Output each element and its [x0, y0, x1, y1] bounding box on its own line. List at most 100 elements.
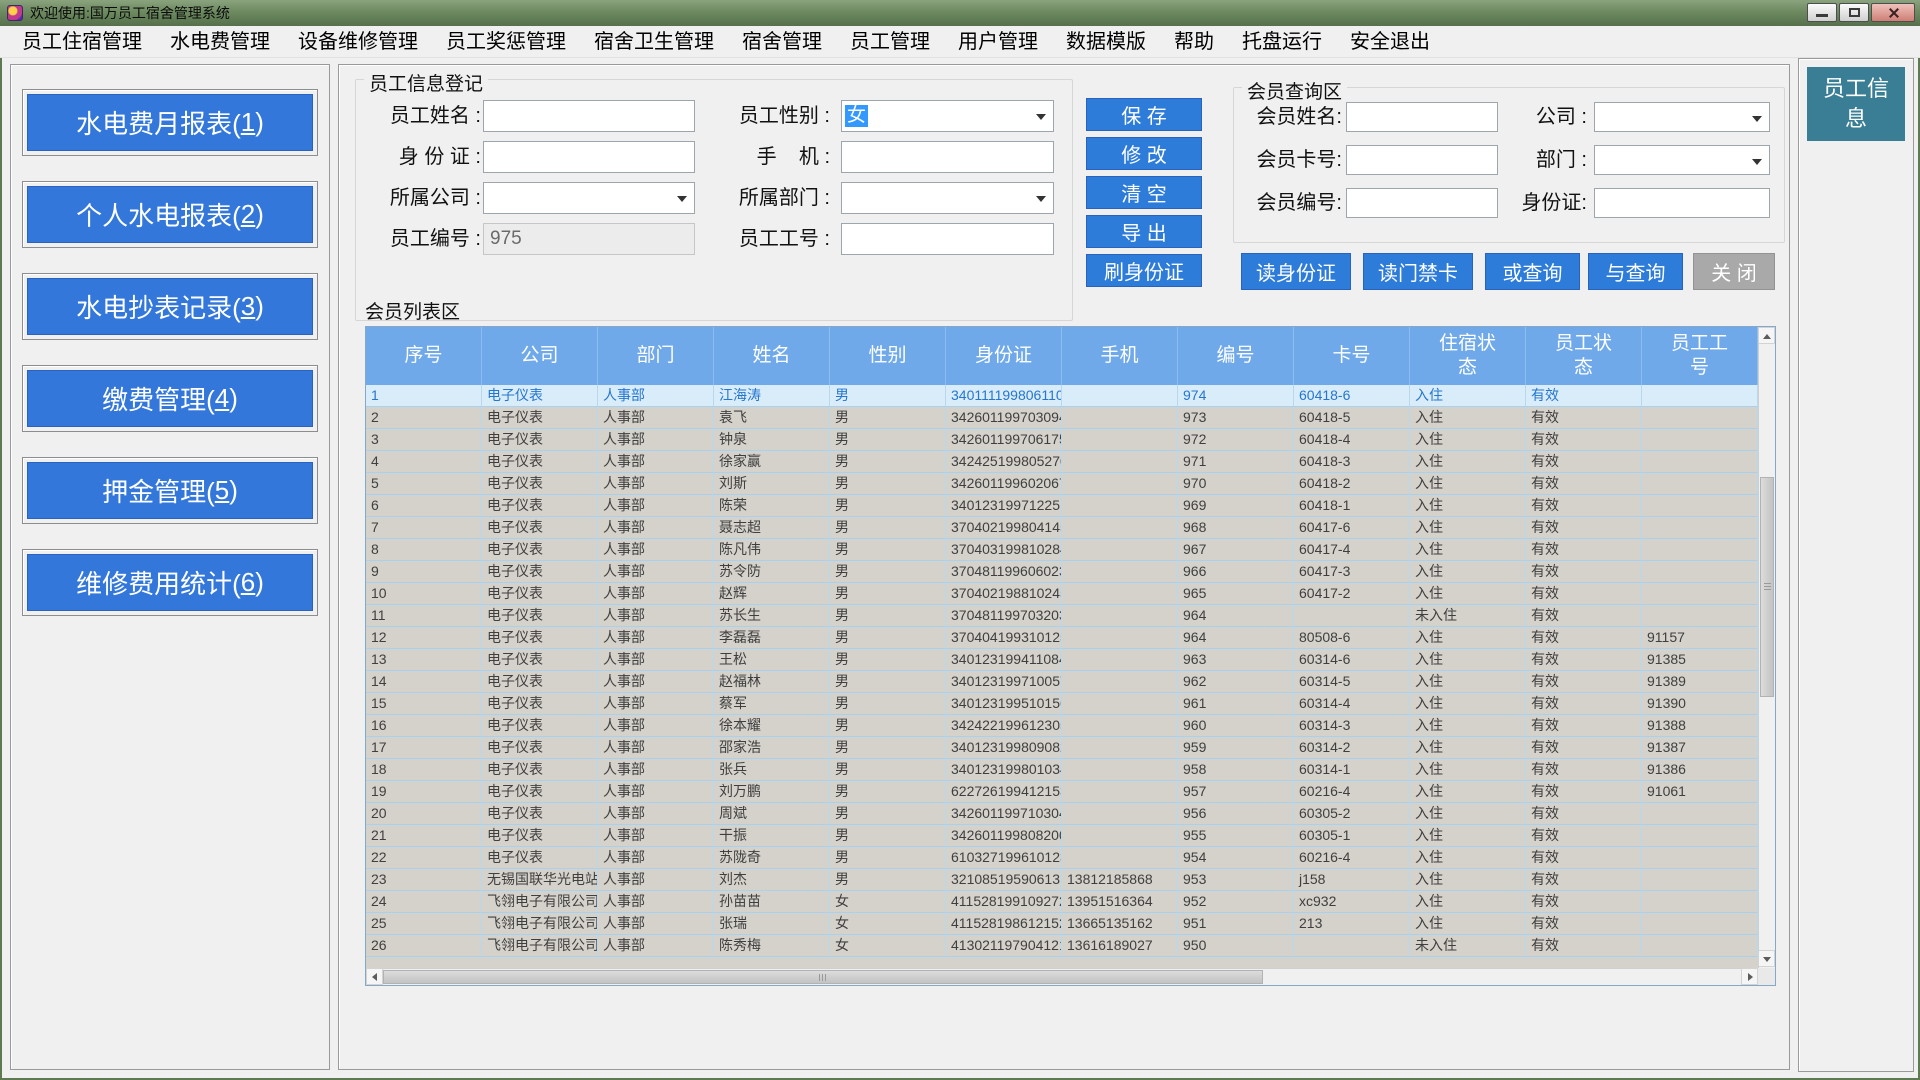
dept-select[interactable]: [841, 182, 1054, 214]
table-row[interactable]: 1电子仪表人事部江海涛男3401111998061105...97460418-…: [366, 385, 1758, 407]
sidebar-button[interactable]: 缴费管理(4): [27, 370, 313, 427]
table-row[interactable]: 18电子仪表人事部张兵男3401231998010348...95860314-…: [366, 759, 1758, 781]
table-row[interactable]: 19电子仪表人事部刘万鹏男6227261994121530...95760216…: [366, 781, 1758, 803]
table-cell: 60417-2: [1294, 583, 1410, 605]
scroll-down-button[interactable]: [1758, 950, 1775, 967]
modify-button[interactable]: 修 改: [1086, 137, 1202, 170]
member-card-input[interactable]: [1346, 145, 1498, 175]
column-header[interactable]: 部门: [598, 327, 714, 385]
table-row[interactable]: 5电子仪表人事部刘斯男3426011996020671...97060418-2…: [366, 473, 1758, 495]
table-row[interactable]: 26飞翎电子有限公司人事部陈秀梅女4130211979041219...1361…: [366, 935, 1758, 957]
close-panel-button[interactable]: 关 闭: [1693, 253, 1775, 290]
table-row[interactable]: 23无锡国联华光电站...人事部刘杰男3210851959061318...13…: [366, 869, 1758, 891]
table-cell: 有效: [1526, 671, 1642, 693]
table-row[interactable]: 13电子仪表人事部王松男3401231994110848...96360314-…: [366, 649, 1758, 671]
arrow-left-icon: [372, 973, 377, 981]
menu-item[interactable]: 员工奖惩管理: [432, 26, 580, 58]
table-row[interactable]: 24飞翎电子有限公司人事部孙苗苗女4115281991092729...1395…: [366, 891, 1758, 913]
member-no-input[interactable]: [1346, 188, 1498, 218]
query-company-select[interactable]: [1594, 102, 1770, 132]
table-row[interactable]: 8电子仪表人事部陈凡伟男3704031998102841...96760417-…: [366, 539, 1758, 561]
or-query-button[interactable]: 或查询: [1485, 253, 1580, 290]
maximize-button[interactable]: [1839, 3, 1869, 22]
workno-input[interactable]: [841, 223, 1054, 255]
table-row[interactable]: 22电子仪表人事部苏陇奇男6103271996101234...95460216…: [366, 847, 1758, 869]
column-header[interactable]: 员工工号: [1642, 327, 1758, 385]
read-idcard-button[interactable]: 读身份证: [1241, 253, 1351, 290]
and-query-button[interactable]: 与查询: [1588, 253, 1683, 290]
table-row[interactable]: 11电子仪表人事部苏长生男3704811997032038...964未入住有效: [366, 605, 1758, 627]
table-row[interactable]: 9电子仪表人事部苏令防男3704811996060238...96660417-…: [366, 561, 1758, 583]
menu-item[interactable]: 宿舍卫生管理: [580, 26, 728, 58]
employee-info-tab[interactable]: 员工信息: [1807, 67, 1905, 141]
table-cell: 4115281986121529...: [946, 913, 1062, 935]
column-header[interactable]: 编号: [1178, 327, 1294, 385]
column-header[interactable]: 手机: [1062, 327, 1178, 385]
member-name-input[interactable]: [1346, 102, 1498, 132]
column-header[interactable]: 公司: [482, 327, 598, 385]
horizontal-scrollbar[interactable]: [366, 968, 1758, 985]
sidebar-button[interactable]: 水电抄表记录(3): [27, 278, 313, 335]
column-header[interactable]: 姓名: [714, 327, 830, 385]
gender-select[interactable]: 女: [841, 100, 1054, 132]
table-cell: 3704021998041453...: [946, 517, 1062, 539]
horizontal-scroll-thumb[interactable]: [383, 970, 1263, 984]
query-dept-select[interactable]: [1594, 145, 1770, 175]
menu-item[interactable]: 水电费管理: [156, 26, 284, 58]
swipe-idcard-button[interactable]: 刷身份证: [1086, 254, 1202, 287]
clear-button[interactable]: 清 空: [1086, 176, 1202, 209]
table-row[interactable]: 2电子仪表人事部袁飞男3426011997030946...97360418-5…: [366, 407, 1758, 429]
read-gatecard-button[interactable]: 读门禁卡: [1363, 253, 1473, 290]
table-row[interactable]: 6电子仪表人事部陈荣男3401231997122516...96960418-1…: [366, 495, 1758, 517]
vertical-scrollbar[interactable]: [1758, 327, 1775, 968]
menu-item[interactable]: 设备维修管理: [284, 26, 432, 58]
minimize-button[interactable]: [1807, 3, 1837, 22]
column-header[interactable]: 卡号: [1294, 327, 1410, 385]
table-row[interactable]: 7电子仪表人事部聂志超男3704021998041453...96860417-…: [366, 517, 1758, 539]
menu-item[interactable]: 安全退出: [1336, 26, 1444, 58]
menu-item[interactable]: 宿舍管理: [728, 26, 836, 58]
table-row[interactable]: 25飞翎电子有限公司人事部张瑞女4115281986121529...13665…: [366, 913, 1758, 935]
table-row[interactable]: 10电子仪表人事部赵辉男3704021988102453...96560417-…: [366, 583, 1758, 605]
column-header[interactable]: 员工状态: [1526, 327, 1642, 385]
name-input[interactable]: [483, 100, 695, 132]
column-header[interactable]: 性别: [830, 327, 946, 385]
sidebar-button[interactable]: 个人水电报表(2): [27, 186, 313, 243]
menu-item[interactable]: 托盘运行: [1228, 26, 1336, 58]
table-row[interactable]: 12电子仪表人事部李磊磊男3704041993101250...96480508…: [366, 627, 1758, 649]
company-select[interactable]: [483, 182, 695, 214]
table-row[interactable]: 14电子仪表人事部赵福林男3401231997100572...96260314…: [366, 671, 1758, 693]
column-header[interactable]: 序号: [366, 327, 482, 385]
menu-item[interactable]: 员工管理: [836, 26, 944, 58]
scroll-up-button[interactable]: [1758, 327, 1775, 344]
export-button[interactable]: 导 出: [1086, 215, 1202, 248]
menu-item[interactable]: 员工住宿管理: [8, 26, 156, 58]
table-cell: 23: [366, 869, 482, 891]
sidebar-button[interactable]: 押金管理(5): [27, 462, 313, 519]
table-row[interactable]: 4电子仪表人事部徐家赢男3424251998052705...97160418-…: [366, 451, 1758, 473]
table-row[interactable]: 3电子仪表人事部钟泉男3426011997061753...97260418-4…: [366, 429, 1758, 451]
idcard-input[interactable]: [483, 141, 695, 173]
scroll-left-button[interactable]: [366, 968, 383, 985]
table-row[interactable]: 17电子仪表人事部邵家浩男3401231998090820...95960314…: [366, 737, 1758, 759]
table-row[interactable]: 21电子仪表人事部干振男3426011998082002...95560305-…: [366, 825, 1758, 847]
table-row[interactable]: 15电子仪表人事部蔡军男3401231995101562...96160314-…: [366, 693, 1758, 715]
query-idcard-input[interactable]: [1594, 188, 1770, 218]
vertical-scroll-thumb[interactable]: [1760, 477, 1774, 697]
column-header[interactable]: 住宿状态: [1410, 327, 1526, 385]
table-cell: 赵辉: [714, 583, 830, 605]
gender-selected-value: 女: [845, 105, 868, 127]
sidebar-button[interactable]: 水电费月报表(1): [27, 94, 313, 151]
table-cell: 人事部: [598, 451, 714, 473]
scroll-right-button[interactable]: [1741, 968, 1758, 985]
column-header[interactable]: 身份证: [946, 327, 1062, 385]
menu-item[interactable]: 数据模版: [1052, 26, 1160, 58]
table-row[interactable]: 16电子仪表人事部徐本耀男3424221996123052...96060314…: [366, 715, 1758, 737]
sidebar-button[interactable]: 维修费用统计(6): [27, 554, 313, 611]
close-button[interactable]: [1871, 3, 1915, 22]
menu-item[interactable]: 用户管理: [944, 26, 1052, 58]
save-button[interactable]: 保 存: [1086, 98, 1202, 131]
phone-input[interactable]: [841, 141, 1054, 173]
menu-item[interactable]: 帮助: [1160, 26, 1228, 58]
table-row[interactable]: 20电子仪表人事部周斌男3426011997103040...95660305-…: [366, 803, 1758, 825]
